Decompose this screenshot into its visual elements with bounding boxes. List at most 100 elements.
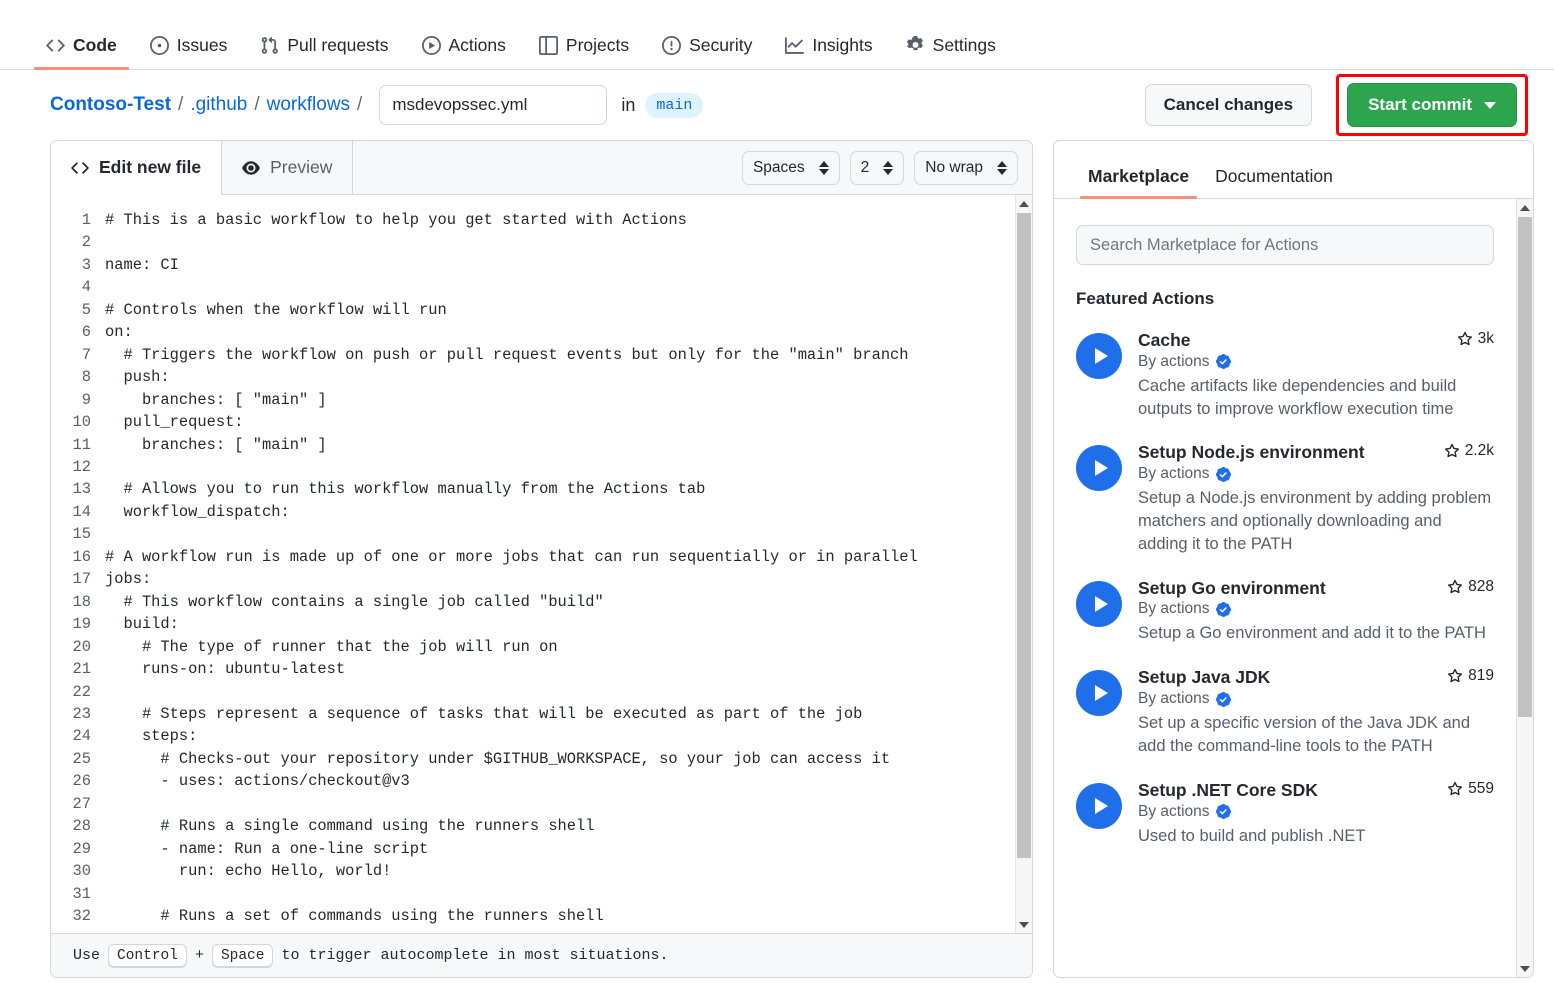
scroll-down-arrow-icon[interactable] [1016,916,1032,933]
filename-input[interactable] [379,85,607,125]
code-line: 10 pull_request: [51,411,1015,433]
line-text: push: [105,366,170,388]
line-text: pull_request: [105,411,244,433]
code-line: 19 build: [51,613,1015,635]
line-text: # Controls when the workflow will run [105,299,447,321]
nav-item-actions[interactable]: Actions [410,35,518,69]
action-author: By actions [1138,690,1494,708]
start-commit-button[interactable]: Start commit [1347,83,1517,127]
sidebar-vertical-scrollbar[interactable] [1516,199,1533,977]
nav-item-code[interactable]: Code [34,35,129,69]
nav-item-label: Security [689,35,752,56]
indent-size-select[interactable]: 2 [850,151,905,185]
scrollbar-thumb[interactable] [1017,213,1031,858]
line-number: 29 [51,838,105,860]
line-number: 27 [51,793,105,815]
line-text: steps: [105,725,197,747]
code-editor[interactable]: 1# This is a basic workflow to help you … [51,195,1032,933]
scrollbar-thumb[interactable] [1518,217,1532,717]
breadcrumb: Contoso-Test / .github / workflows / [50,94,369,116]
code-lines[interactable]: 1# This is a basic workflow to help you … [51,195,1015,933]
issue-opened-icon [150,36,169,55]
indent-mode-select[interactable]: Spaces [742,151,840,185]
git-pull-request-icon [260,36,279,55]
line-number: 26 [51,770,105,792]
line-text: jobs: [105,568,151,590]
action-header: Setup Node.js environment 2.2k [1138,442,1494,464]
action-card[interactable]: Setup Node.js environment2.2kBy actionsS… [1076,431,1494,566]
marketplace-panel: Marketplace Documentation Featured Actio… [1053,140,1534,978]
action-stars: 559 [1437,780,1494,798]
line-number: 1 [51,209,105,231]
breadcrumb-separator: / [357,94,362,116]
line-number: 7 [51,344,105,366]
line-number: 4 [51,276,105,298]
action-author-label: By actions [1138,690,1210,708]
action-card[interactable]: Setup .NET Core SDK559By actionsUsed to … [1076,769,1494,859]
action-name: Setup .NET Core SDK [1138,780,1318,802]
action-card[interactable]: Cache3kBy actionsCache artifacts like de… [1076,319,1494,431]
code-line: 1# This is a basic workflow to help you … [51,209,1015,231]
tab-preview[interactable]: Preview [222,141,353,194]
line-number: 14 [51,501,105,523]
action-header: Setup Go environment828 [1138,578,1494,600]
action-card[interactable]: Setup Go environment828By actionsSetup a… [1076,567,1494,657]
tab-marketplace[interactable]: Marketplace [1080,166,1197,198]
code-line: 21 runs-on: ubuntu-latest [51,658,1015,680]
line-text: # Steps represent a sequence of tasks th… [105,703,862,725]
wrap-mode-select[interactable]: No wrap [914,151,1018,185]
featured-actions-list: Cache3kBy actionsCache artifacts like de… [1076,319,1494,858]
action-author-label: By actions [1138,803,1210,821]
line-number: 23 [51,703,105,725]
code-line: 6on: [51,321,1015,343]
tab-edit-new-file[interactable]: Edit new file [51,141,222,195]
verified-badge-icon [1216,602,1231,617]
line-text: # This workflow contains a single job ca… [105,591,604,613]
action-author-label: By actions [1138,600,1210,618]
marketplace-search-input[interactable] [1076,225,1494,265]
nav-item-settings[interactable]: Settings [894,35,1008,69]
main-area: Edit new file Preview Spaces 2 No wra [0,140,1554,978]
action-play-icon [1076,783,1122,829]
breadcrumb-dir-workflows[interactable]: workflows [267,94,350,116]
line-text: workflow_dispatch: [105,501,290,523]
nav-item-label: Insights [812,35,872,56]
nav-item-security[interactable]: Security [650,35,764,69]
tab-documentation[interactable]: Documentation [1207,166,1341,198]
in-label: in [621,95,635,116]
file-editor-panel: Edit new file Preview Spaces 2 No wra [50,140,1033,978]
cancel-changes-button[interactable]: Cancel changes [1145,84,1312,126]
scroll-up-arrow-icon[interactable] [1517,199,1533,216]
line-number: 13 [51,478,105,500]
action-star-count: 819 [1468,667,1494,685]
code-line: 26 - uses: actions/checkout@v3 [51,770,1015,792]
action-card[interactable]: Setup Java JDK819By actionsSet up a spec… [1076,656,1494,768]
breadcrumb-dir-github[interactable]: .github [190,94,247,116]
nav-item-label: Projects [566,35,629,56]
scroll-up-arrow-icon[interactable] [1016,195,1032,212]
code-line: 14 workflow_dispatch: [51,501,1015,523]
nav-item-insights[interactable]: Insights [773,35,884,69]
code-line: 2 [51,231,1015,253]
action-header: Setup Java JDK819 [1138,667,1494,689]
action-star-count: 2.2k [1465,442,1494,460]
nav-item-projects[interactable]: Projects [527,35,641,69]
line-number: 15 [51,523,105,545]
nav-item-pull-requests[interactable]: Pull requests [248,35,400,69]
breadcrumb-repo[interactable]: Contoso-Test [50,94,171,116]
action-play-icon [1076,333,1122,379]
scroll-down-arrow-icon[interactable] [1517,960,1533,977]
tab-preview-label: Preview [270,157,332,178]
code-line: 11 branches: [ "main" ] [51,434,1015,456]
action-play-icon [1076,581,1122,627]
sidebar-body: Featured Actions Cache3kBy actionsCache … [1054,199,1533,977]
line-number: 3 [51,254,105,276]
nav-item-issues[interactable]: Issues [138,35,240,69]
line-text: # The type of runner that the job will r… [105,636,558,658]
line-number: 11 [51,434,105,456]
marketplace-content: Featured Actions Cache3kBy actionsCache … [1054,199,1516,977]
code-line: 27 [51,793,1015,815]
line-number: 32 [51,905,105,927]
editor-vertical-scrollbar[interactable] [1015,195,1032,933]
action-name: Setup Node.js environment [1138,442,1365,464]
